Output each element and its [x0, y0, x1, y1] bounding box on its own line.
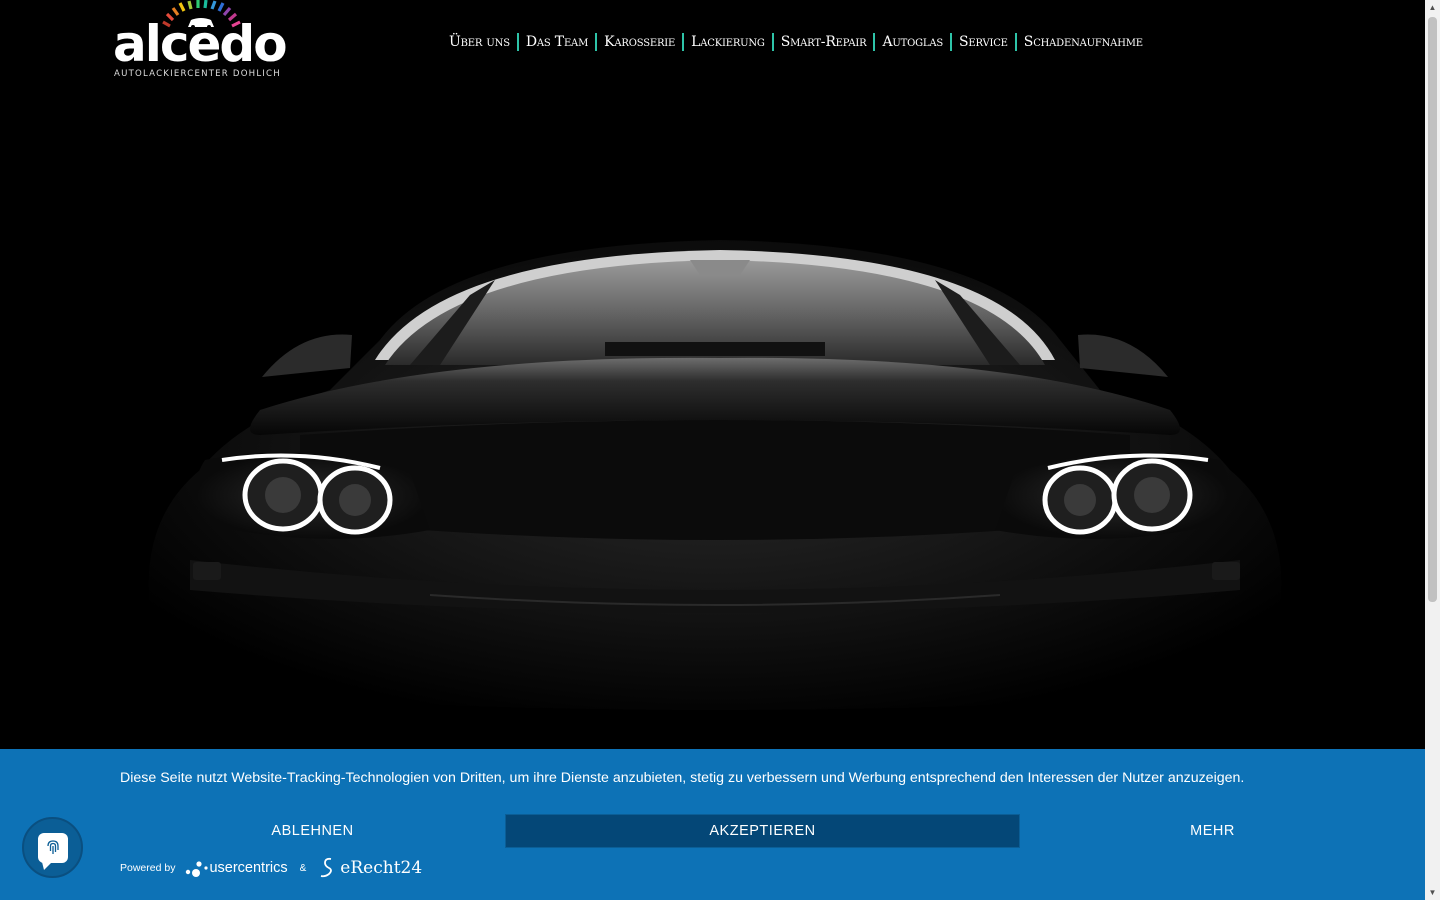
- powered-by-label: Powered by: [120, 862, 176, 874]
- powered-by: Powered by usercentrics & eRecht24: [120, 854, 422, 882]
- nav-item-ueber-uns: Über uns: [442, 33, 519, 51]
- site-logo[interactable]: alcedo AUTOLACKIERCENTER DOHLICH: [113, 0, 288, 82]
- nav-item-autoglas: Autoglas: [875, 33, 952, 51]
- nav-link-schadenaufnahme[interactable]: Schadenaufnahme: [1017, 34, 1150, 50]
- nav-item-lackierung: Lackierung: [684, 33, 774, 51]
- hero-car-image: [148, 240, 1282, 710]
- nav-item-schadenaufnahme: Schadenaufnahme: [1017, 34, 1150, 50]
- nav-item-service: Service: [952, 33, 1017, 51]
- main-navigation: Über uns Das Team Karosserie Lackierung …: [442, 31, 1150, 53]
- vertical-scrollbar[interactable]: ▲ ▼: [1425, 0, 1440, 900]
- nav-link-team[interactable]: Das Team: [519, 34, 595, 50]
- nav-item-karosserie: Karosserie: [597, 33, 685, 51]
- arrow-down-icon[interactable]: ▼: [1425, 885, 1440, 900]
- nav-link-service[interactable]: Service: [952, 34, 1015, 50]
- erecht24-section-icon: [321, 857, 333, 878]
- bubble-tail: [41, 861, 52, 870]
- usercentrics-dots-icon: [186, 861, 209, 877]
- privacy-settings-button[interactable]: [22, 817, 83, 878]
- fingerprint-icon: [46, 839, 59, 854]
- usercentrics-text: usercentrics: [209, 860, 288, 876]
- nav-item-smart-repair: Smart-Repair: [774, 33, 876, 51]
- erecht24-logo[interactable]: eRecht24: [316, 856, 422, 880]
- page: alcedo AUTOLACKIERCENTER DOHLICH Über un…: [0, 0, 1425, 900]
- consent-message: Diese Seite nutzt Website-Tracking-Techn…: [120, 770, 1245, 786]
- nav-link-lackierung[interactable]: Lackierung: [684, 34, 772, 50]
- more-button[interactable]: MEHR: [1020, 814, 1405, 848]
- cookie-consent-banner: Diese Seite nutzt Website-Tracking-Techn…: [0, 749, 1425, 900]
- usercentrics-logo[interactable]: usercentrics: [185, 858, 288, 878]
- scrollbar-thumb[interactable]: [1428, 17, 1437, 602]
- decline-button[interactable]: ABLEHNEN: [120, 814, 505, 848]
- erecht24-text: eRecht24: [340, 858, 423, 878]
- ampersand: &: [299, 862, 307, 874]
- nav-link-karosserie[interactable]: Karosserie: [597, 34, 682, 50]
- nav-link-ueber-uns[interactable]: Über uns: [442, 34, 517, 50]
- accept-button[interactable]: AKZEPTIEREN: [505, 814, 1020, 848]
- nav-item-team: Das Team: [519, 33, 598, 51]
- arrow-up-icon[interactable]: ▲: [1425, 0, 1440, 15]
- nav-link-autoglas[interactable]: Autoglas: [875, 34, 950, 50]
- nav-link-smart-repair[interactable]: Smart-Repair: [774, 34, 874, 50]
- logo-wordmark: alcedo: [113, 15, 288, 73]
- chat-bubble-icon: [37, 832, 68, 870]
- logo-tagline: AUTOLACKIERCENTER DOHLICH: [114, 69, 281, 79]
